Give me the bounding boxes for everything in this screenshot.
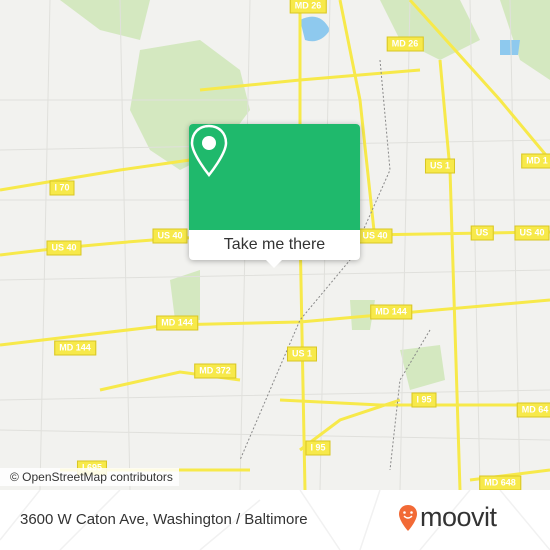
- road-label: I 95: [411, 392, 437, 408]
- popup-header[interactable]: [189, 124, 360, 230]
- road-label: I 70: [49, 180, 75, 196]
- road-label: MD 144: [156, 315, 198, 331]
- road-label: US: [470, 225, 494, 241]
- road-label: US 40: [46, 240, 82, 256]
- address-text: 3600 W Caton Ave, Washington / Baltimore: [20, 511, 308, 528]
- road-label: MD 372: [194, 363, 236, 379]
- road-label: MD 1: [521, 153, 550, 169]
- take-me-there-button[interactable]: Take me there: [189, 230, 360, 260]
- destination-popup: Take me there: [189, 124, 360, 268]
- road-label: MD 144: [370, 304, 412, 320]
- road-label: US 1: [286, 346, 318, 362]
- road-label: MD 144: [54, 340, 96, 356]
- road-label: I 95: [305, 440, 331, 456]
- road-label: US 1: [424, 158, 456, 174]
- road-label: US 40: [152, 228, 188, 244]
- map[interactable]: MD 26 MD 26 I 70 US 40 US 40 US 40 US 1 …: [0, 0, 550, 490]
- road-label: US 40: [514, 225, 550, 241]
- road-label: US 40: [357, 228, 393, 244]
- logo-text: moovit: [420, 502, 497, 532]
- moovit-pin-icon: [399, 504, 417, 531]
- map-pin-icon: [190, 124, 228, 177]
- footer: 3600 W Caton Ave, Washington / Baltimore…: [0, 490, 550, 550]
- road-label: MD 26: [386, 36, 424, 52]
- popup-pointer: [266, 260, 282, 268]
- map-attribution[interactable]: © OpenStreetMap contributors: [0, 468, 179, 486]
- road-label: MD 26: [289, 0, 327, 14]
- road-label: MD 64: [516, 402, 550, 418]
- moovit-logo[interactable]: moovit: [398, 502, 497, 533]
- road-label: MD 648: [479, 475, 521, 490]
